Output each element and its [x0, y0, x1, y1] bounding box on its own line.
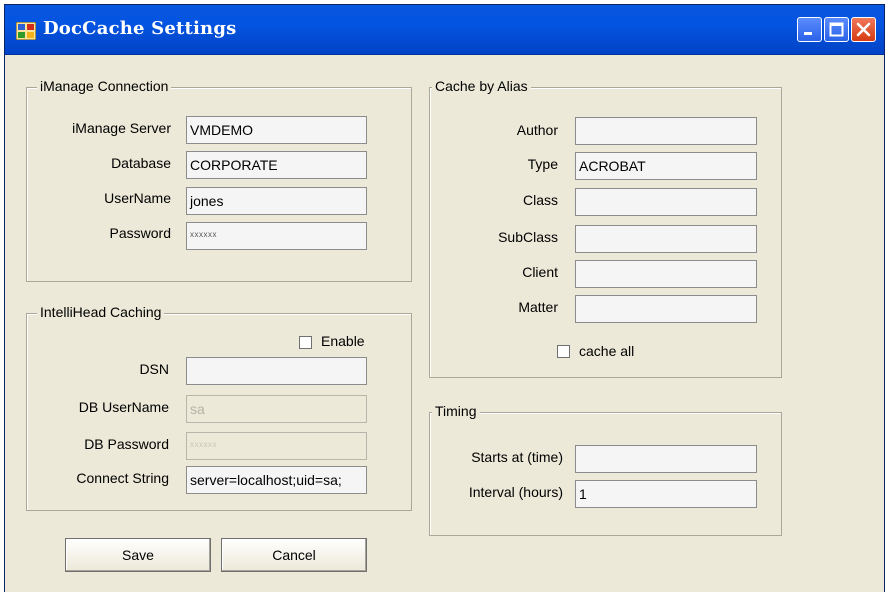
client-input[interactable] [575, 260, 757, 288]
subclass-label: SubClass [498, 229, 558, 245]
cancel-button[interactable]: Cancel [221, 538, 367, 572]
imanage-server-label: iManage Server [72, 120, 171, 136]
type-input[interactable]: ACROBAT [575, 152, 757, 180]
timing-group: Timing [429, 403, 782, 536]
class-input[interactable] [575, 188, 757, 216]
maximize-button[interactable] [824, 17, 849, 42]
settings-window: DocCache Settings iManage Connection iMa… [4, 4, 885, 592]
starts-at-input[interactable] [575, 445, 757, 473]
author-label: Author [516, 122, 558, 138]
minimize-button[interactable] [797, 17, 822, 42]
dsn-label: DSN [139, 361, 169, 377]
cache-all-label[interactable]: cache all [579, 343, 634, 359]
username-label: UserName [104, 190, 171, 206]
connect-string-input[interactable]: server=localhost;uid=sa; [186, 466, 367, 494]
matter-input[interactable] [575, 295, 757, 323]
interval-label: Interval (hours) [468, 484, 563, 500]
timing-legend: Timing [432, 403, 480, 419]
save-button[interactable]: Save [65, 538, 211, 572]
minimize-icon [804, 32, 812, 35]
enable-checkbox[interactable] [299, 336, 312, 349]
database-input[interactable]: CORPORATE [186, 151, 367, 179]
imanage-server-input[interactable]: VMDEMO [186, 116, 367, 144]
db-password-label: DB Password [84, 436, 169, 452]
type-label: Type [527, 156, 558, 172]
password-label: Password [109, 225, 171, 241]
matter-label: Matter [518, 299, 558, 315]
username-input[interactable]: jones [186, 187, 367, 215]
author-input[interactable] [575, 117, 757, 145]
intellihead-caching-legend: IntelliHead Caching [37, 304, 165, 320]
database-label: Database [111, 155, 171, 171]
app-icon [15, 21, 37, 41]
db-username-input: sa [186, 395, 367, 423]
imanage-connection-legend: iManage Connection [37, 78, 172, 94]
db-password-input: xxxxxx [186, 432, 367, 460]
db-username-label: DB UserName [78, 399, 169, 415]
enable-label[interactable]: Enable [321, 333, 365, 349]
close-button[interactable] [851, 17, 876, 42]
password-input[interactable]: xxxxxx [186, 222, 367, 250]
client-label: Client [522, 264, 558, 280]
class-label: Class [522, 192, 558, 208]
maximize-icon [829, 22, 844, 37]
subclass-input[interactable] [575, 225, 757, 253]
cache-all-checkbox[interactable] [557, 345, 570, 358]
title-bar[interactable]: DocCache Settings [5, 5, 884, 55]
connect-string-label: Connect String [76, 470, 169, 486]
close-icon [856, 22, 871, 37]
window-title: DocCache Settings [43, 18, 237, 39]
interval-input[interactable]: 1 [575, 480, 757, 508]
dsn-input[interactable] [186, 357, 367, 385]
client-area: iManage Connection iManage Server VMDEMO… [5, 55, 884, 592]
cache-by-alias-legend: Cache by Alias [432, 78, 531, 94]
starts-at-label: Starts at (time) [471, 449, 563, 465]
